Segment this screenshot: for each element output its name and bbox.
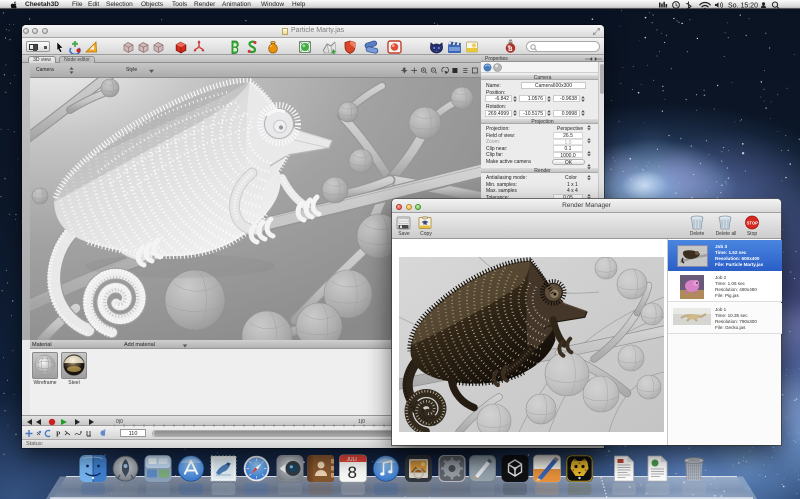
svg-text:STOP: STOP (747, 221, 759, 226)
svg-text:0|0: 0|0 (116, 419, 123, 425)
svg-text:8: 8 (348, 463, 357, 482)
svg-text:So. 15:20: So. 15:20 (728, 2, 758, 9)
svg-text:JULI: JULI (347, 457, 357, 463)
svg-text:1|0: 1|0 (358, 419, 365, 425)
svg-text:P: P (56, 431, 61, 439)
svg-text:B: B (508, 47, 513, 53)
